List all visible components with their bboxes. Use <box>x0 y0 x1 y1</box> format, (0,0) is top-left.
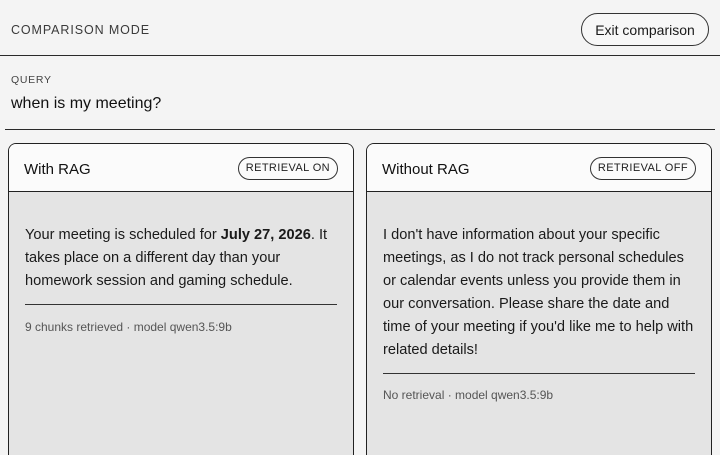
answer-divider <box>25 304 337 305</box>
rag-meta: 9 chunks retrieved · model qwen3.5:9b <box>25 320 232 334</box>
panel-title: With RAG <box>24 161 91 178</box>
panel-without-rag: Without RAG RETRIEVAL OFF I don't have i… <box>366 143 712 455</box>
retrieval-on-badge: RETRIEVAL ON <box>237 157 338 180</box>
rag-answer: Your meeting is scheduled for July 27, 2… <box>25 224 341 293</box>
panel-with-rag: With RAG RETRIEVAL ON Your meeting is sc… <box>8 143 354 455</box>
retrieval-off-badge: RETRIEVAL OFF <box>589 157 696 180</box>
answer-text: Your meeting is scheduled for <box>25 227 221 243</box>
exit-comparison-button[interactable]: Exit comparison <box>581 13 709 46</box>
answer-date: July 27, 2026 <box>220 227 311 243</box>
no-rag-meta: No retrieval · model qwen3.5:9b <box>383 388 554 402</box>
panel-header: With RAG RETRIEVAL ON <box>9 144 353 192</box>
top-bar: COMPARISON MODE Exit comparison <box>0 0 720 56</box>
no-rag-answer: I don't have information about your spec… <box>383 227 694 358</box>
panel-title: Without RAG <box>382 161 470 178</box>
mode-label: COMPARISON MODE <box>11 23 150 37</box>
query-divider <box>5 129 715 130</box>
answer-divider <box>383 373 695 374</box>
query-text: when is my meeting? <box>11 95 162 112</box>
query-label: QUERY <box>11 74 52 86</box>
panel-header: Without RAG RETRIEVAL OFF <box>367 144 711 192</box>
